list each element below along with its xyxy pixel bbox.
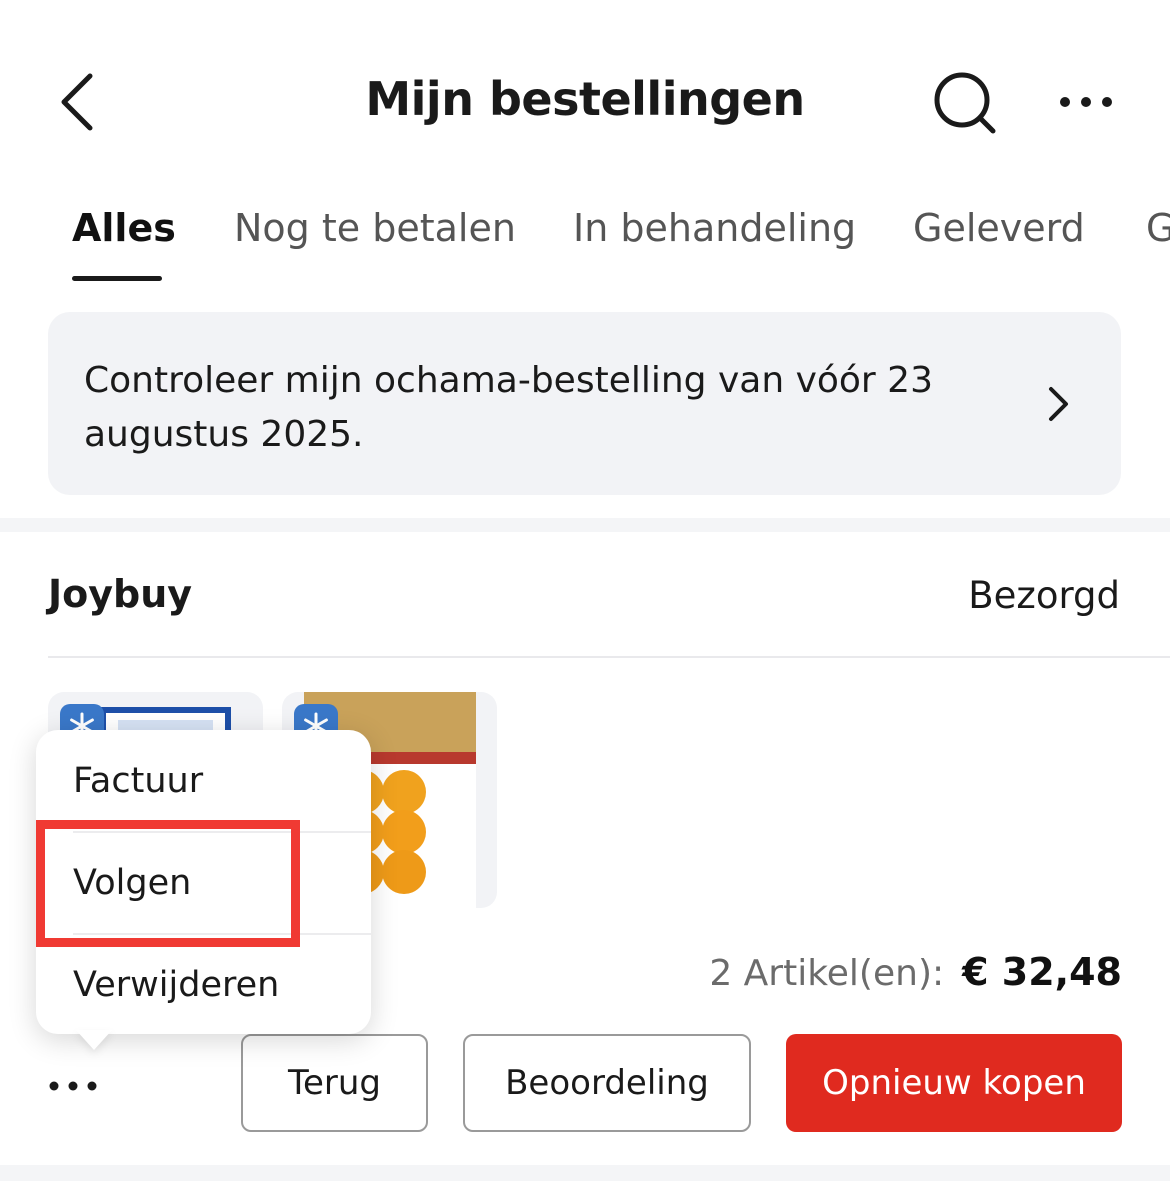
ellipsis-icon [49, 1081, 97, 1091]
legacy-order-notice[interactable]: Controleer mijn ochama-bestelling van vó… [48, 312, 1121, 495]
order-status: Bezorgd [968, 574, 1120, 617]
buy-again-button[interactable]: Opnieuw kopen [786, 1034, 1122, 1132]
ellipsis-icon [1060, 97, 1112, 107]
highlight-annotation [36, 820, 300, 947]
order-tabs: Alles Nog te betalen In behandeling Gele… [0, 196, 1170, 292]
divider [48, 656, 1170, 658]
item-count: 2 Artikel(en): [709, 953, 945, 994]
order-total: 2 Artikel(en): € 32,48 [709, 950, 1122, 994]
total-price: € 32,48 [962, 950, 1122, 994]
more-options-button[interactable] [1050, 80, 1122, 124]
tab-nog-te-betalen[interactable]: Nog te betalen [234, 206, 516, 250]
section-divider [0, 1165, 1170, 1181]
tab-alles[interactable]: Alles [72, 206, 176, 250]
search-icon [934, 72, 996, 134]
section-divider [0, 518, 1170, 532]
notice-text: Controleer mijn ochama-bestelling van vó… [84, 360, 933, 455]
header: Mijn bestellingen [0, 0, 1170, 180]
active-tab-indicator [72, 276, 162, 281]
search-button[interactable] [930, 68, 1002, 140]
store-name[interactable]: Joybuy [48, 572, 192, 616]
tab-geleverd[interactable]: Geleverd [913, 206, 1085, 250]
popup-pointer [76, 1030, 112, 1050]
return-button[interactable]: Terug [241, 1034, 428, 1132]
more-actions-button[interactable] [46, 1066, 100, 1106]
menu-item-invoice[interactable]: Factuur [36, 730, 371, 832]
tab-overflow[interactable]: G [1146, 206, 1170, 250]
tab-in-behandeling[interactable]: In behandeling [573, 206, 856, 250]
chevron-right-icon [1049, 387, 1068, 421]
review-button[interactable]: Beoordeling [463, 1034, 751, 1132]
menu-item-delete[interactable]: Verwijderen [36, 934, 371, 1036]
